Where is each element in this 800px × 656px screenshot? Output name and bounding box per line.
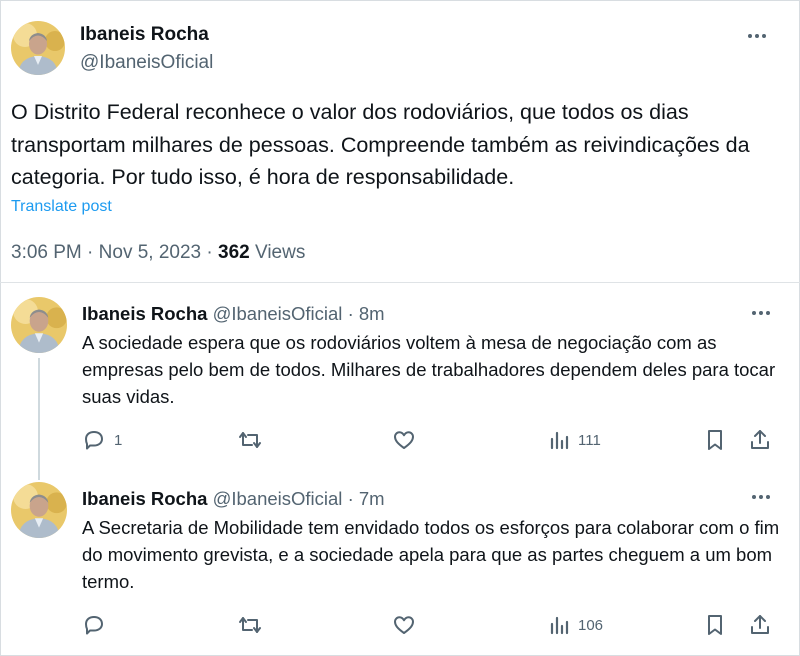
retweet-button[interactable]	[236, 428, 264, 452]
author-name[interactable]: Ibaneis Rocha	[82, 488, 207, 509]
avatar[interactable]	[11, 482, 67, 538]
retweet-icon	[239, 617, 261, 633]
reply-count: 1	[114, 431, 123, 449]
share-button[interactable]	[748, 428, 772, 452]
author-name[interactable]: Ibaneis Rocha	[82, 303, 207, 324]
like-button[interactable]	[392, 428, 416, 452]
reply-text: A sociedade espera que os rodoviários vo…	[82, 332, 776, 407]
tweet-text: O Distrito Federal reconhece o valor dos…	[11, 100, 750, 189]
reply-button[interactable]: 1	[82, 428, 122, 452]
time-ago[interactable]: 7m	[359, 488, 385, 509]
like-button[interactable]	[392, 613, 416, 637]
comment-icon	[85, 616, 103, 635]
separator: ·	[206, 242, 213, 263]
translate-post-link[interactable]: Translate post	[11, 198, 112, 216]
separator: ·	[87, 242, 94, 263]
analytics-icon	[550, 431, 569, 450]
avatar[interactable]	[11, 21, 65, 75]
time-ago[interactable]: 8m	[359, 303, 385, 324]
heart-icon	[394, 616, 414, 634]
share-icon	[751, 615, 769, 634]
reply-header: Ibaneis Rocha @IbaneisOficial · 7m	[82, 488, 385, 510]
share-icon	[751, 430, 769, 449]
views-button[interactable]: 111	[548, 428, 601, 452]
reply-text: A Secretaria de Mobilidade tem envidado …	[82, 517, 780, 592]
more-horizontal-icon[interactable]	[742, 24, 772, 48]
more-horizontal-icon[interactable]	[746, 302, 776, 324]
bookmark-button[interactable]	[704, 428, 726, 452]
author-name[interactable]: Ibaneis Rocha	[80, 24, 209, 46]
analytics-icon	[550, 616, 569, 635]
heart-icon	[394, 431, 414, 449]
avatar[interactable]	[11, 297, 67, 353]
views-count: 106	[578, 616, 604, 634]
thread-line	[38, 358, 40, 480]
reply-header: Ibaneis Rocha @IbaneisOficial · 8m	[82, 303, 385, 325]
views-count: 111	[578, 431, 601, 449]
divider	[0, 282, 800, 283]
views-count: 362	[218, 242, 250, 263]
tweet-time[interactable]: 3:06 PM	[11, 242, 82, 263]
views-label: Views	[255, 242, 306, 263]
retweet-button[interactable]	[236, 613, 264, 637]
more-horizontal-icon[interactable]	[746, 486, 776, 508]
author-handle[interactable]: @IbaneisOficial	[213, 303, 343, 324]
separator: ·	[347, 488, 354, 509]
tweet-date[interactable]: Nov 5, 2023	[99, 242, 201, 263]
views-button[interactable]: 106	[548, 613, 603, 637]
bookmark-icon	[708, 615, 722, 635]
author-handle[interactable]: @IbaneisOficial	[80, 52, 213, 74]
share-button[interactable]	[748, 613, 772, 637]
separator: ·	[347, 303, 354, 324]
retweet-icon	[239, 432, 261, 448]
comment-icon	[85, 431, 103, 450]
bookmark-button[interactable]	[704, 613, 726, 637]
tweet-meta: 3:06 PM · Nov 5, 2023 · 362 Views	[11, 242, 305, 264]
reply-button[interactable]	[82, 613, 114, 637]
bookmark-icon	[708, 430, 722, 450]
author-handle[interactable]: @IbaneisOficial	[213, 488, 343, 509]
